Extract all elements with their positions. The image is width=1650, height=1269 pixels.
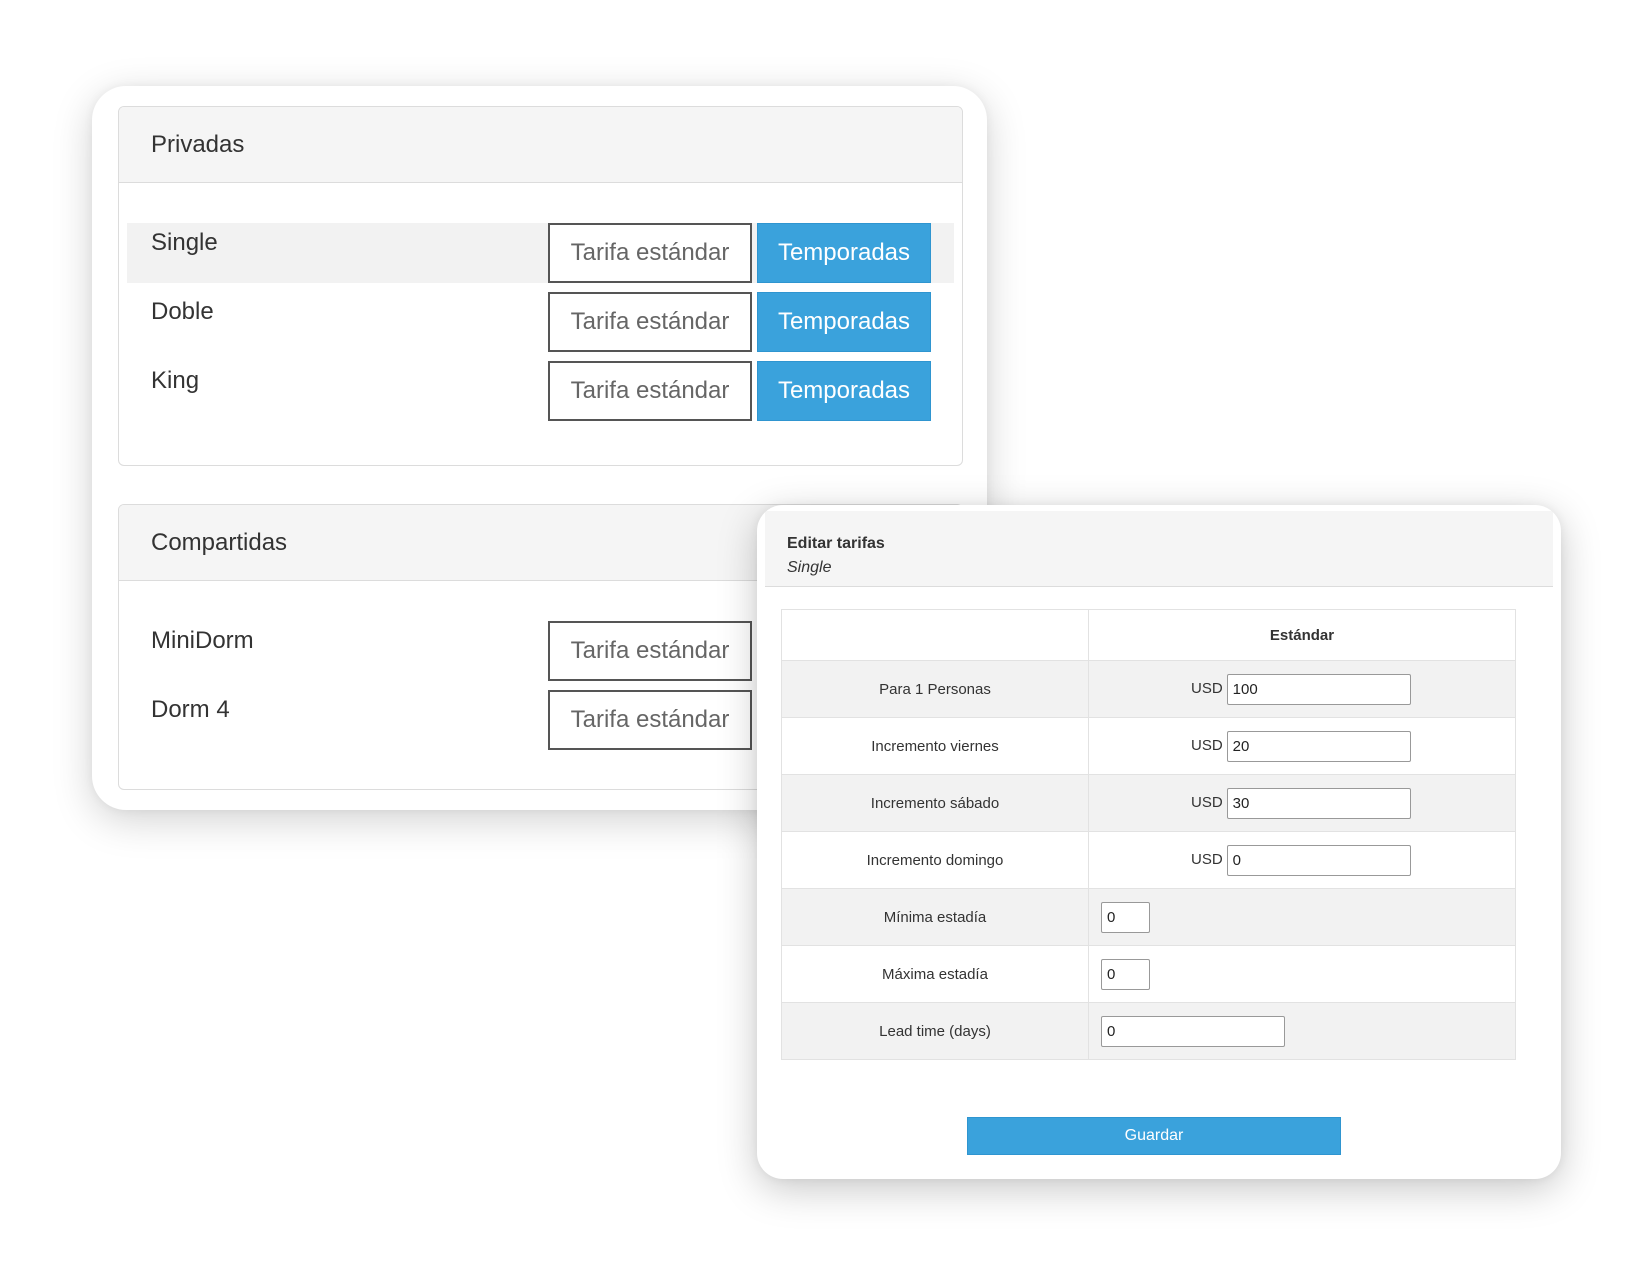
temporadas-button[interactable]: Temporadas — [757, 292, 931, 352]
price-input[interactable]: 100 — [1226, 673, 1411, 705]
room-name: MiniDorm — [151, 627, 254, 654]
edit-rates-title: Editar tarifas — [787, 535, 885, 552]
currency-label: USD — [1191, 736, 1223, 754]
room-row-king: King Tarifa estándar Temporadas — [127, 361, 954, 421]
tarifa-estandar-button[interactable]: Tarifa estándar — [548, 690, 752, 750]
currency-label: USD — [1191, 850, 1223, 868]
tarifa-estandar-button[interactable]: Tarifa estándar — [548, 223, 752, 283]
column-header-estandar: Estándar — [1088, 609, 1516, 661]
rates-table: Estándar Para 1 Personas USD 100 Incremen… — [781, 609, 1516, 1060]
tarifa-estandar-button[interactable]: Tarifa estándar — [548, 621, 752, 681]
row-value-cell: 0 — [1088, 888, 1516, 946]
table-row: Para 1 Personas USD 100 — [781, 660, 1516, 718]
edit-rates-room-name: Single — [787, 559, 832, 576]
privadas-header: Privadas — [119, 107, 962, 183]
row-label: Incremento sábado — [781, 774, 1089, 832]
row-value-cell: 0 — [1088, 1002, 1516, 1060]
table-row: Incremento viernes USD 20 — [781, 717, 1516, 775]
row-value-cell: USD 30 — [1088, 774, 1516, 832]
max-stay-input[interactable]: 0 — [1101, 958, 1150, 990]
table-corner — [781, 609, 1089, 661]
row-value-cell: USD 0 — [1088, 831, 1516, 889]
edit-rates-dialog: Editar tarifas Single Estándar Para 1 Pe… — [757, 505, 1561, 1179]
table-row: Incremento sábado USD 30 — [781, 774, 1516, 832]
room-name: Doble — [151, 298, 214, 325]
row-value-cell: 0 — [1088, 945, 1516, 1003]
row-label: Incremento viernes — [781, 717, 1089, 775]
save-button[interactable]: Guardar — [967, 1117, 1341, 1155]
min-stay-input[interactable]: 0 — [1101, 901, 1150, 933]
tarifa-estandar-button[interactable]: Tarifa estándar — [548, 292, 752, 352]
row-label: Incremento domingo — [781, 831, 1089, 889]
table-row: Mínima estadía 0 — [781, 888, 1516, 946]
room-row-single: Single Tarifa estándar Temporadas — [127, 223, 954, 283]
currency-label: USD — [1191, 793, 1223, 811]
temporadas-button[interactable]: Temporadas — [757, 361, 931, 421]
row-label: Mínima estadía — [781, 888, 1089, 946]
table-row: Máxima estadía 0 — [781, 945, 1516, 1003]
temporadas-button[interactable]: Temporadas — [757, 223, 931, 283]
lead-time-input[interactable]: 0 — [1101, 1015, 1285, 1047]
table-row: Incremento domingo USD 0 — [781, 831, 1516, 889]
sunday-increment-input[interactable]: 0 — [1226, 844, 1411, 876]
friday-increment-input[interactable]: 20 — [1226, 730, 1411, 762]
saturday-increment-input[interactable]: 30 — [1226, 787, 1411, 819]
row-label: Para 1 Personas — [781, 660, 1089, 718]
room-name: Single — [151, 229, 218, 256]
room-name: Dorm 4 — [151, 696, 230, 723]
tarifa-estandar-button[interactable]: Tarifa estándar — [548, 361, 752, 421]
row-label: Máxima estadía — [781, 945, 1089, 1003]
row-value-cell: USD 100 — [1088, 660, 1516, 718]
table-row: Lead time (days) 0 — [781, 1002, 1516, 1060]
room-row-doble: Doble Tarifa estándar Temporadas — [127, 292, 954, 352]
privadas-panel: Privadas Single Tarifa estándar Temporad… — [118, 106, 963, 466]
row-value-cell: USD 20 — [1088, 717, 1516, 775]
currency-label: USD — [1191, 679, 1223, 697]
edit-rates-header: Editar tarifas Single — [765, 511, 1553, 587]
row-label: Lead time (days) — [781, 1002, 1089, 1060]
room-name: King — [151, 367, 200, 394]
